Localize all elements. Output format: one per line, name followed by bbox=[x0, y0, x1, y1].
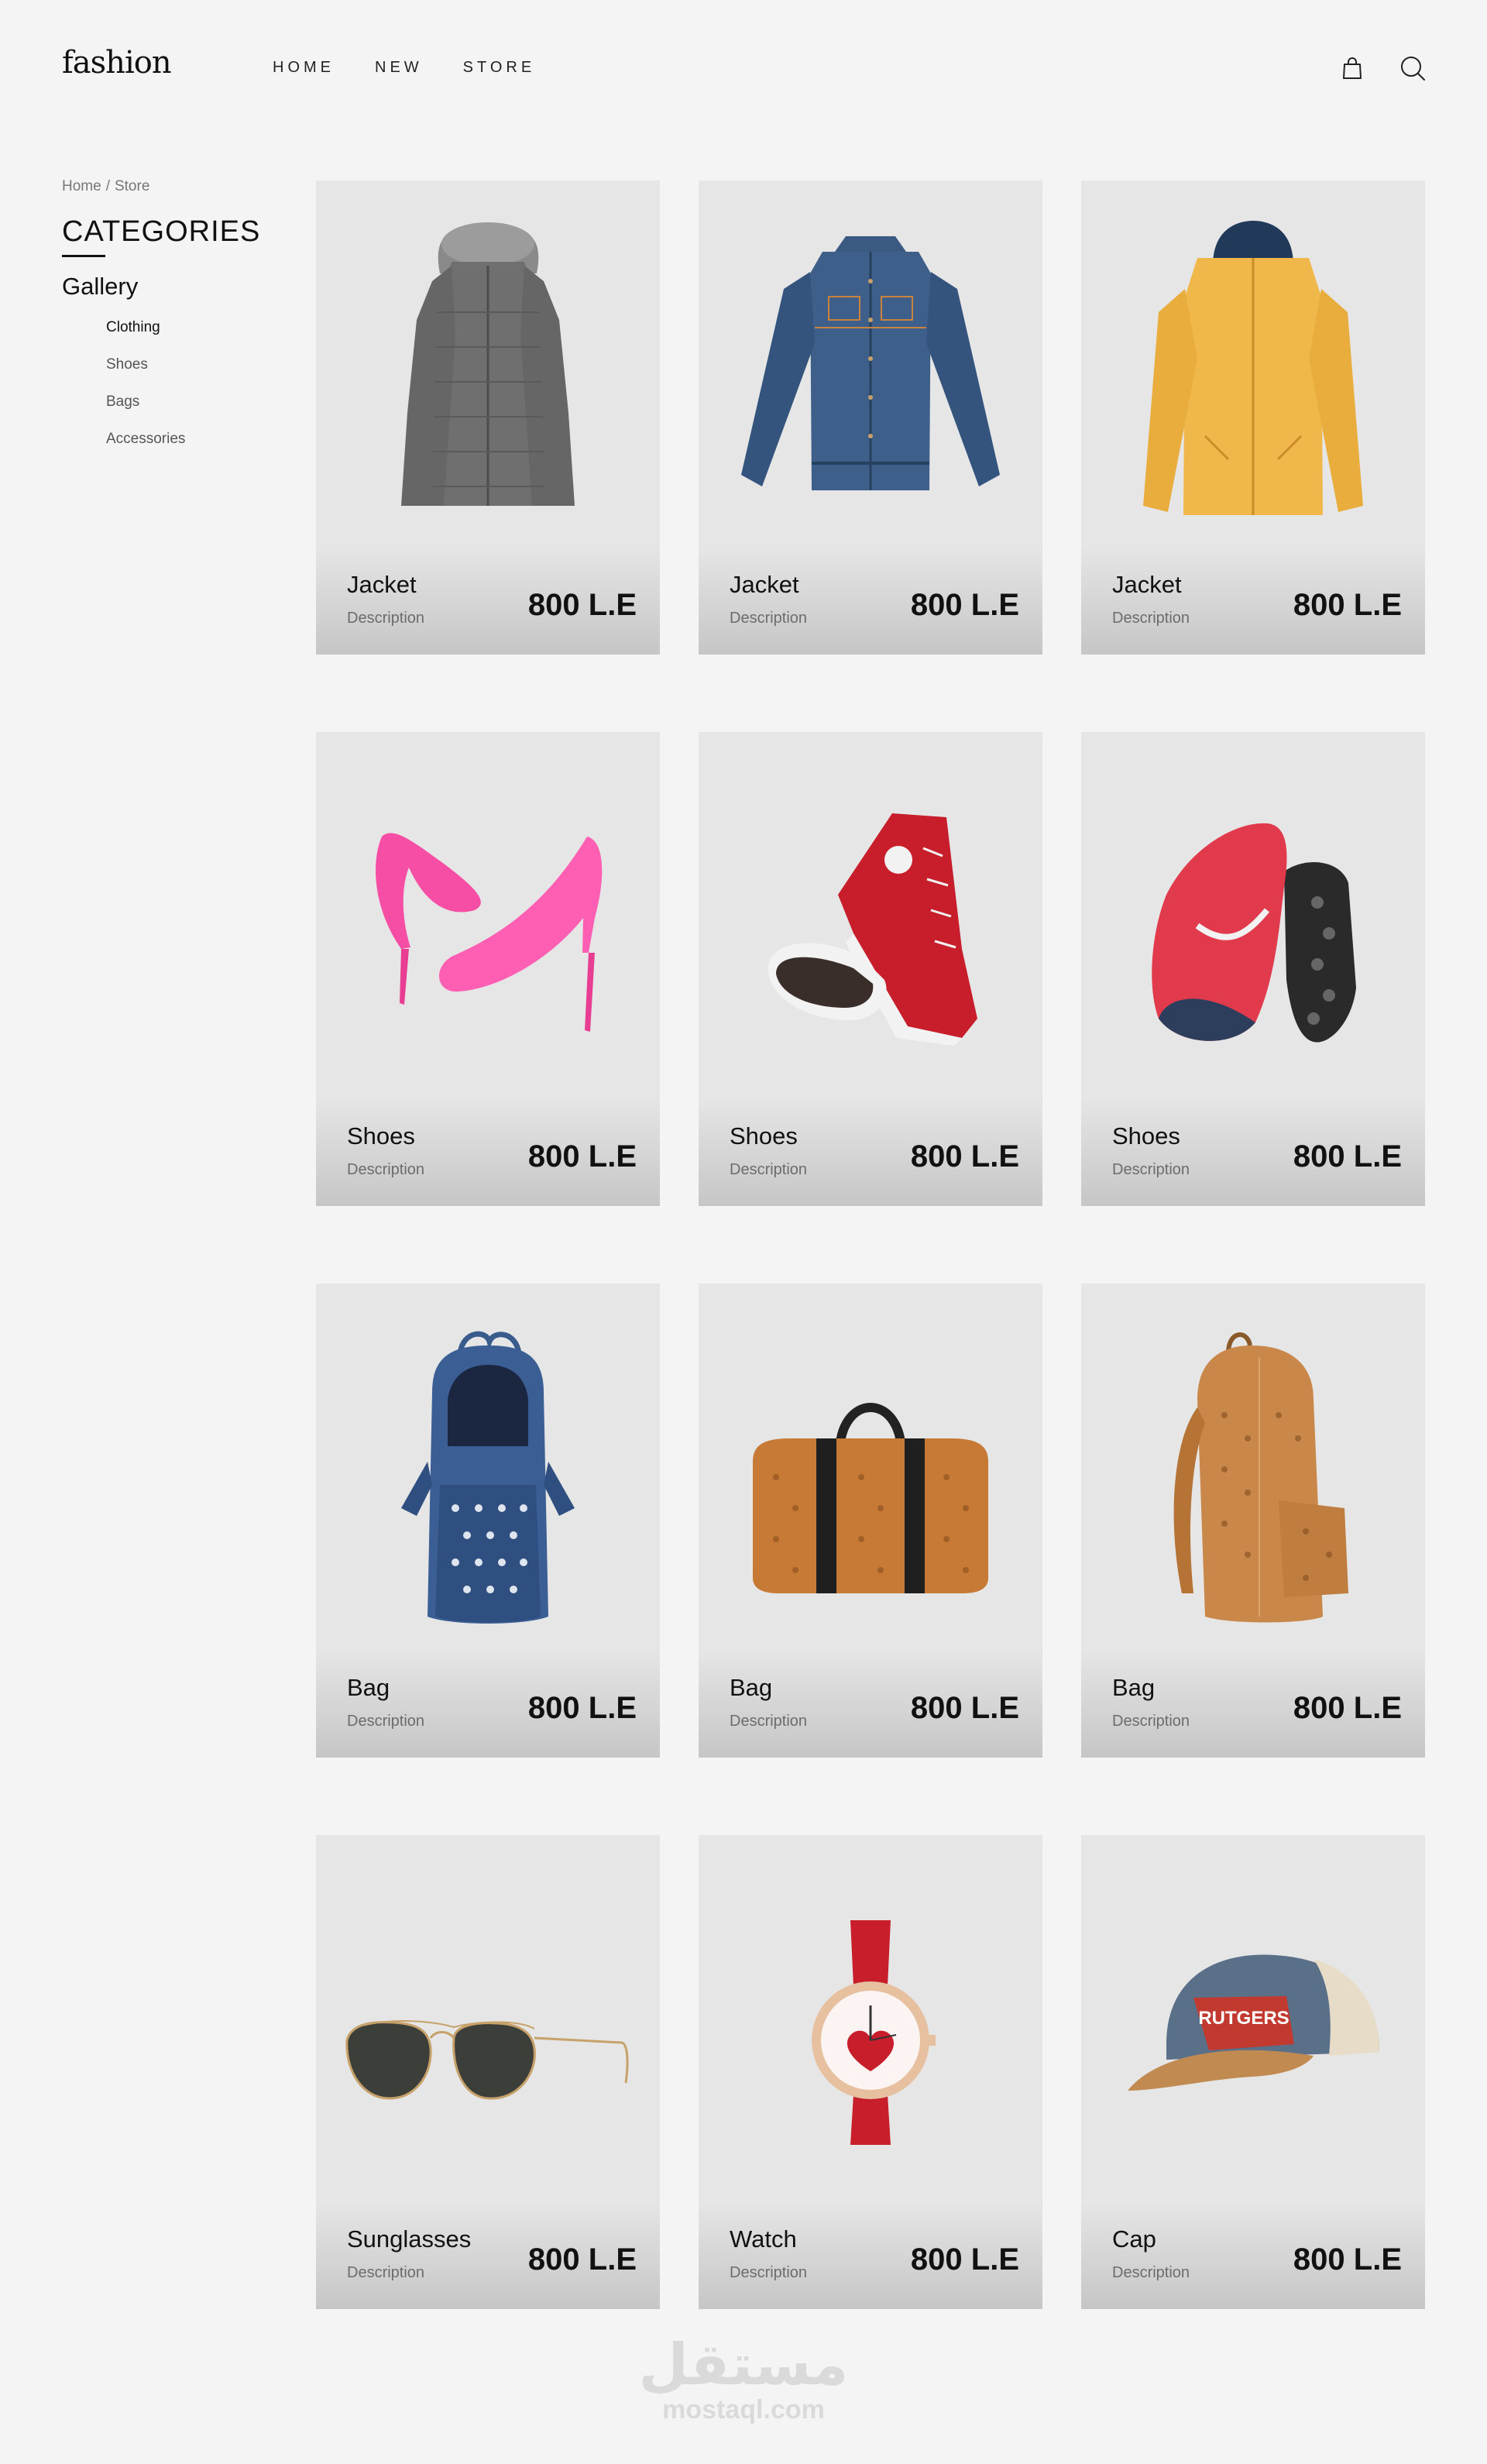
aviator-sunglasses-image bbox=[316, 1835, 660, 2199]
category-item-shoes[interactable]: Shoes bbox=[106, 356, 294, 393]
brown-duffel-bag-image bbox=[699, 1284, 1042, 1648]
product-name: Bag bbox=[730, 1674, 773, 1701]
categories-heading: CATEGORIES bbox=[62, 215, 261, 248]
product-name: Shoes bbox=[347, 1122, 415, 1150]
product-card[interactable]: Watch Description 800 L.E bbox=[699, 1835, 1042, 2309]
brand-logo[interactable]: fashion bbox=[62, 45, 172, 81]
gallery-heading[interactable]: Gallery bbox=[62, 273, 294, 301]
product-description: Description bbox=[347, 1161, 425, 1178]
product-price: 800 L.E bbox=[527, 2242, 637, 2277]
product-price: 800 L.E bbox=[1293, 2242, 1402, 2277]
product-card[interactable]: Jacket Description 800 L.E bbox=[699, 180, 1042, 655]
product-name: Jacket bbox=[1112, 571, 1182, 598]
product-description: Description bbox=[730, 1713, 808, 1730]
product-card[interactable]: Bag Description 800 L.E bbox=[1081, 1284, 1425, 1758]
product-description: Description bbox=[730, 2264, 808, 2281]
product-card[interactable]: Jacket Description 800 L.E bbox=[316, 180, 660, 655]
product-price: 800 L.E bbox=[910, 2242, 1019, 2277]
product-name: Bag bbox=[347, 1674, 390, 1701]
category-item-clothing[interactable]: Clothing bbox=[106, 319, 294, 356]
product-price: 800 L.E bbox=[910, 588, 1019, 622]
product-name: Shoes bbox=[1112, 1122, 1180, 1150]
product-price: 800 L.E bbox=[1293, 1139, 1402, 1174]
product-card[interactable]: Shoes Description 800 L.E bbox=[1081, 732, 1425, 1206]
product-name: Sunglasses bbox=[347, 2225, 472, 2253]
product-price: 800 L.E bbox=[527, 1139, 637, 1174]
product-price: 800 L.E bbox=[910, 1139, 1019, 1174]
product-name: Shoes bbox=[730, 1122, 798, 1150]
red-running-shoes-image bbox=[1081, 732, 1425, 1096]
breadcrumb-separator: / bbox=[105, 178, 110, 194]
heading-underline bbox=[62, 255, 105, 257]
trucker-cap-image: RUTGERS bbox=[1081, 1835, 1425, 2199]
product-description: Description bbox=[1112, 610, 1190, 627]
product-name: Watch bbox=[730, 2225, 797, 2253]
search-icon[interactable] bbox=[1397, 53, 1428, 84]
cap-patch-text: RUTGERS bbox=[1198, 2008, 1289, 2029]
breadcrumb-home[interactable]: Home bbox=[62, 178, 101, 194]
grey-puffer-jacket-image bbox=[316, 180, 660, 545]
product-card[interactable]: Jacket Description 800 L.E bbox=[1081, 180, 1425, 655]
breadcrumb-store[interactable]: Store bbox=[115, 178, 149, 194]
nav-store[interactable]: STORE bbox=[463, 59, 536, 77]
product-card[interactable]: Shoes Description 800 L.E bbox=[699, 732, 1042, 1206]
product-price: 800 L.E bbox=[1293, 588, 1402, 622]
product-description: Description bbox=[347, 2264, 425, 2281]
product-price: 800 L.E bbox=[527, 588, 637, 622]
product-description: Description bbox=[1112, 2264, 1190, 2281]
product-description: Description bbox=[347, 610, 425, 627]
product-card[interactable]: RUTGERS Cap Description 800 L.E bbox=[1081, 1835, 1425, 2309]
shopping-bag-icon[interactable] bbox=[1337, 53, 1368, 84]
brown-backpack-image bbox=[1081, 1284, 1425, 1648]
site-header: fashion HOME NEW STORE bbox=[0, 0, 1487, 139]
product-name: Cap bbox=[1112, 2225, 1156, 2253]
product-card[interactable]: Shoes Description 800 L.E bbox=[316, 732, 660, 1206]
product-name: Jacket bbox=[730, 571, 799, 598]
product-description: Description bbox=[1112, 1713, 1190, 1730]
pink-high-heels-image bbox=[316, 732, 660, 1096]
product-name: Jacket bbox=[347, 571, 417, 598]
yellow-rain-jacket-image bbox=[1081, 180, 1425, 545]
product-description: Description bbox=[730, 610, 808, 627]
breadcrumb: Home / Store bbox=[62, 178, 294, 195]
category-sidebar: Home / Store CATEGORIES Gallery Clothing S… bbox=[62, 178, 294, 468]
product-description: Description bbox=[1112, 1161, 1190, 1178]
product-card[interactable]: Bag Description 800 L.E bbox=[316, 1284, 660, 1758]
product-description: Description bbox=[730, 1161, 808, 1178]
main-nav: HOME NEW STORE bbox=[273, 59, 575, 77]
product-card[interactable]: Bag Description 800 L.E bbox=[699, 1284, 1042, 1758]
product-name: Bag bbox=[1112, 1674, 1156, 1701]
red-strap-watch-image bbox=[699, 1835, 1042, 2199]
watermark-arabic: مستقل bbox=[638, 2332, 849, 2397]
nav-home[interactable]: HOME bbox=[273, 59, 335, 77]
product-description: Description bbox=[347, 1713, 425, 1730]
nav-new[interactable]: NEW bbox=[375, 59, 423, 77]
blue-studded-backpack-image bbox=[316, 1284, 660, 1648]
red-canvas-sneakers-image bbox=[699, 732, 1042, 1096]
watermark-url: mostaql.com bbox=[662, 2395, 825, 2424]
product-price: 800 L.E bbox=[910, 1691, 1019, 1725]
product-price: 800 L.E bbox=[527, 1691, 637, 1725]
product-card[interactable]: Sunglasses Description 800 L.E bbox=[316, 1835, 660, 2309]
category-item-bags[interactable]: Bags bbox=[106, 393, 294, 431]
denim-jacket-image bbox=[699, 180, 1042, 545]
product-price: 800 L.E bbox=[1293, 1691, 1402, 1725]
watermark: مستقل mostaql.com bbox=[0, 2332, 1487, 2425]
category-list: Clothing Shoes Bags Accessories bbox=[62, 319, 294, 468]
category-item-accessories[interactable]: Accessories bbox=[106, 431, 294, 468]
